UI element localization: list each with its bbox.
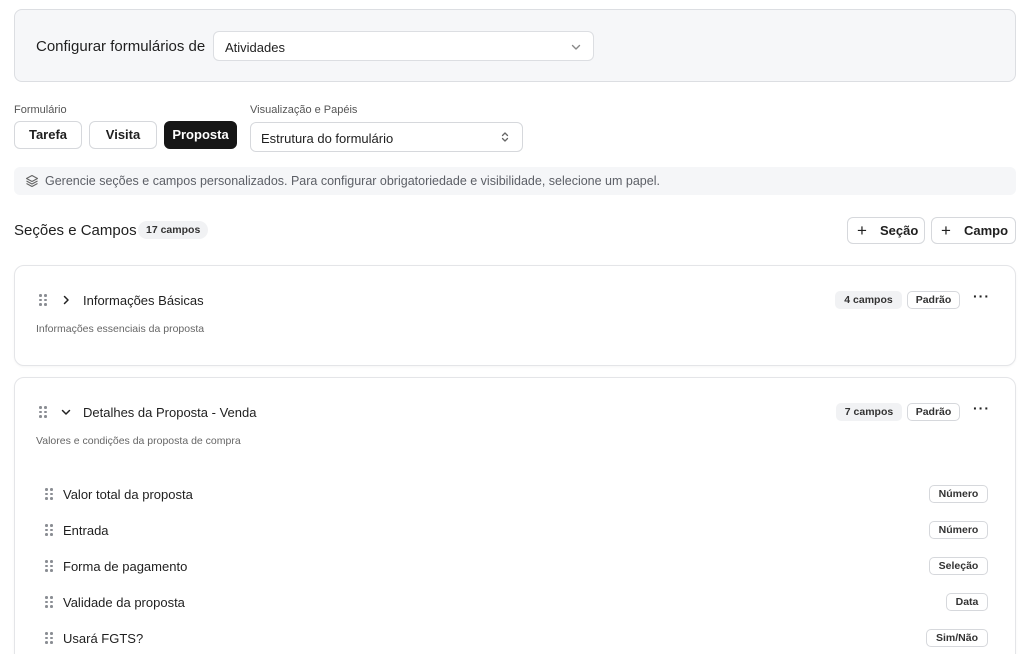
field-type-badge: Número [929, 485, 988, 503]
field-row[interactable]: Forma de pagamento Seleção [15, 554, 1015, 578]
field-name: Validade da proposta [63, 595, 185, 610]
entity-select[interactable]: Atividades [213, 31, 594, 61]
chevron-down-icon[interactable] [60, 406, 72, 418]
plus-icon: + [941, 221, 951, 240]
section-field-count: 7 campos [836, 403, 902, 421]
section-field-count: 4 campos [835, 291, 902, 309]
view-label: Visualização e Papéis [250, 104, 358, 116]
view-select-value: Estrutura do formulário [261, 131, 394, 146]
chevron-right-icon[interactable] [60, 294, 72, 306]
field-row[interactable]: Validade da proposta Data [15, 590, 1015, 614]
section-default-badge: Padrão [907, 403, 960, 421]
grip-vertical-icon[interactable] [45, 524, 53, 536]
field-type-badge: Sim/Não [926, 629, 988, 647]
field-type-badge: Número [929, 521, 988, 539]
field-row[interactable]: Usará FGTS? Sim/Não [15, 626, 1015, 650]
info-text: Gerencie seções e campos personalizados.… [45, 174, 660, 188]
grip-vertical-icon[interactable] [45, 632, 53, 644]
chevron-up-down-icon [501, 132, 509, 142]
add-section-button[interactable]: + Seção [847, 217, 925, 244]
add-field-label: Campo [964, 223, 1009, 238]
grip-vertical-icon[interactable] [39, 294, 47, 306]
layers-icon [25, 174, 39, 188]
field-name: Usará FGTS? [63, 631, 144, 646]
grip-vertical-icon[interactable] [45, 560, 53, 572]
field-name: Entrada [63, 523, 109, 538]
plus-icon: + [857, 221, 867, 240]
section-default-badge: Padrão [907, 291, 960, 309]
section-description: Valores e condições da proposta de compr… [36, 435, 241, 447]
sections-title: Seções e Campos [14, 222, 137, 239]
entity-select-value: Atividades [225, 40, 285, 55]
more-horizontal-icon[interactable]: ··· [973, 400, 990, 416]
page-title: Configurar formulários de [36, 38, 206, 55]
entity-config-panel: Configurar formulários de Atividades [14, 9, 1016, 82]
form-label: Formulário [14, 104, 67, 116]
form-tab-visita[interactable]: Visita [89, 121, 157, 149]
field-row[interactable]: Valor total da proposta Número [15, 482, 1015, 506]
info-banner: Gerencie seções e campos personalizados.… [14, 167, 1016, 195]
field-name: Forma de pagamento [63, 559, 188, 574]
section-title[interactable]: Informações Básicas [83, 293, 204, 308]
section-description: Informações essenciais da proposta [36, 323, 205, 335]
more-horizontal-icon[interactable]: ··· [973, 288, 990, 304]
field-type-badge: Seleção [929, 557, 988, 575]
add-field-button[interactable]: + Campo [931, 217, 1016, 244]
grip-vertical-icon[interactable] [45, 488, 53, 500]
section-card: Detalhes da Proposta - Venda Valores e c… [14, 377, 1016, 654]
field-name: Valor total da proposta [63, 487, 193, 502]
section-card: Informações Básicas Informações essencia… [14, 265, 1016, 366]
chevron-down-icon [571, 44, 581, 50]
field-type-badge: Data [946, 593, 988, 611]
grip-vertical-icon[interactable] [45, 596, 53, 608]
section-title[interactable]: Detalhes da Proposta - Venda [83, 405, 256, 420]
add-section-label: Seção [880, 223, 919, 238]
field-row[interactable]: Entrada Número [15, 518, 1015, 542]
total-fields-badge: 17 campos [138, 221, 209, 239]
view-select[interactable]: Estrutura do formulário [250, 122, 523, 152]
form-tab-proposta[interactable]: Proposta [164, 121, 237, 149]
grip-vertical-icon[interactable] [39, 406, 47, 418]
form-tab-tarefa[interactable]: Tarefa [14, 121, 82, 149]
